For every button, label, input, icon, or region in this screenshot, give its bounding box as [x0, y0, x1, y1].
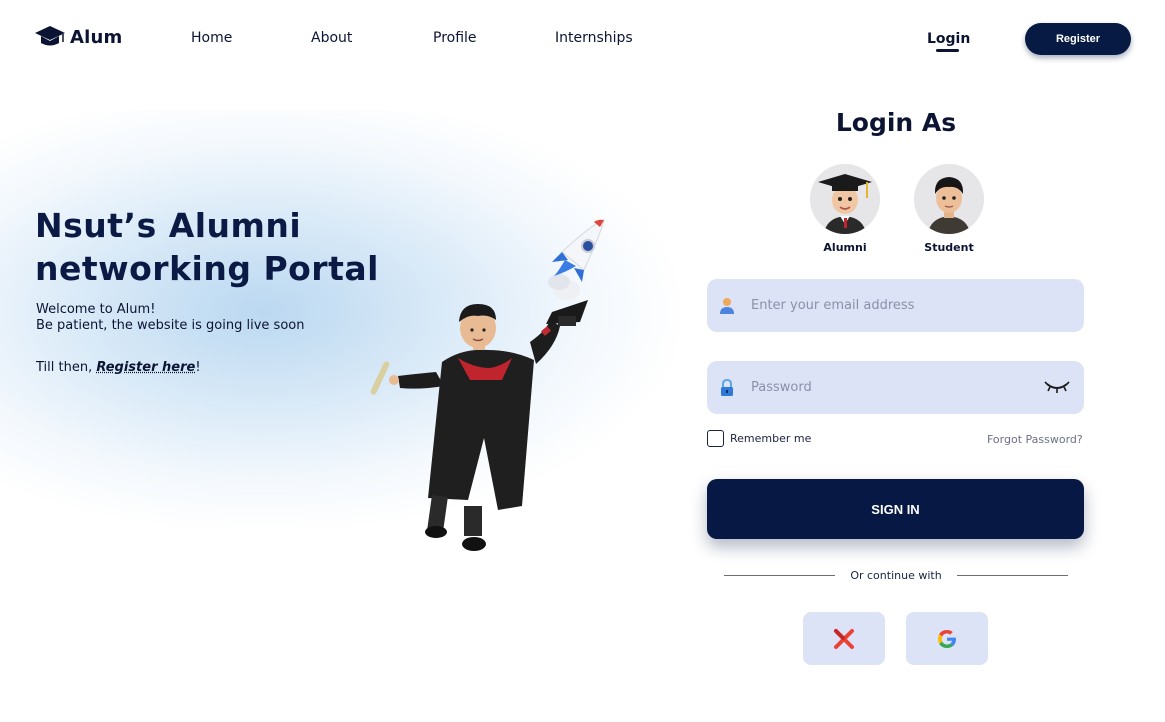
password-input[interactable] — [751, 380, 1021, 395]
forgot-password-link[interactable]: Forgot Password? — [987, 433, 1083, 446]
brand-logo[interactable]: Alum — [34, 24, 122, 50]
role-alumni-label: Alumni — [823, 241, 867, 254]
nav-about[interactable]: About — [311, 30, 352, 46]
student-avatar-icon — [914, 164, 984, 234]
graduate-with-rocket-illustration — [370, 219, 605, 551]
email-field[interactable] — [707, 279, 1084, 332]
nav-active-indicator — [936, 49, 959, 52]
divider-line-left — [724, 575, 835, 576]
nav-home[interactable]: Home — [191, 30, 232, 46]
email-input[interactable] — [751, 298, 1021, 313]
graduation-cap-icon — [35, 26, 65, 46]
eye-closed-icon[interactable] — [1044, 378, 1070, 396]
user-icon — [720, 297, 734, 314]
remember-me-checkbox[interactable] — [707, 430, 724, 447]
login-as-title: Login As — [835, 108, 957, 137]
google-login-button[interactable] — [906, 612, 988, 665]
brand-name: Alum — [70, 26, 123, 48]
google-logo-icon — [938, 629, 956, 648]
password-field[interactable] — [707, 361, 1084, 414]
x-login-button[interactable] — [803, 612, 885, 665]
register-here-link[interactable]: Register here — [96, 360, 195, 375]
nav-internships[interactable]: Internships — [555, 30, 633, 46]
register-button[interactable]: Register — [1025, 23, 1131, 55]
remember-me-label: Remember me — [730, 432, 812, 445]
student-avatar[interactable] — [914, 164, 984, 234]
remember-me[interactable]: Remember me — [707, 430, 811, 447]
role-student-label: Student — [924, 241, 974, 254]
hero-cta-prefix: Till then, — [36, 360, 97, 375]
hero-cta-suffix: ! — [195, 360, 201, 375]
graduate-avatar-icon — [810, 164, 880, 234]
hero-welcome-text: Welcome to Alum! — [36, 302, 156, 317]
hero-cta: Till then, Register here! — [36, 360, 201, 375]
hero-title: Nsut’s Alumni networking Portal — [35, 206, 379, 288]
alumni-avatar[interactable] — [810, 164, 880, 234]
lock-icon — [721, 378, 733, 396]
divider-line-right — [957, 575, 1068, 576]
sign-in-button[interactable]: SIGN IN — [707, 479, 1084, 539]
nav-profile[interactable]: Profile — [433, 30, 477, 46]
role-alumni[interactable]: Alumni — [810, 164, 880, 254]
x-logo-icon — [834, 628, 854, 649]
role-student[interactable]: Student — [914, 164, 984, 254]
rocket-icon — [548, 219, 605, 300]
nav-login[interactable]: Login — [927, 31, 970, 47]
hero-subtitle-text: Be patient, the website is going live so… — [36, 318, 305, 333]
divider-text: Or continue with — [850, 569, 942, 582]
